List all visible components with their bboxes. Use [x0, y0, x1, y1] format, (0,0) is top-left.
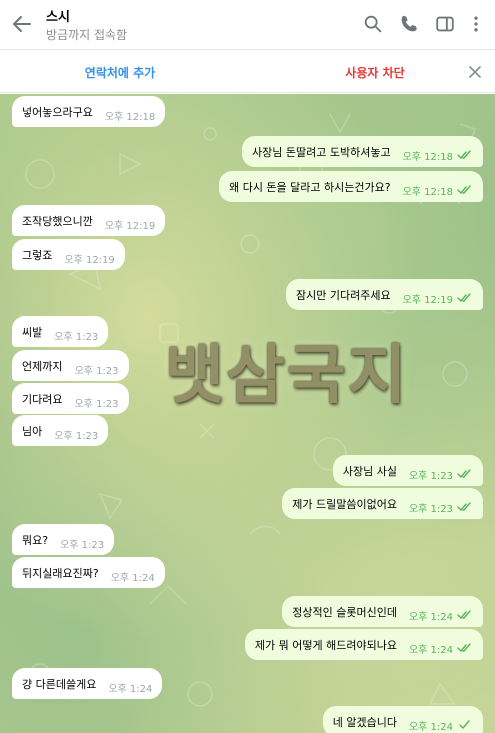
message-bubble-outgoing[interactable]: 왜 다시 돈을 달라고 하시는건가요? 오후 12:18 — [219, 171, 483, 202]
chat-header: 스시 방금까지 접속함 — [0, 0, 495, 50]
message-time: 오후 1:23 — [74, 365, 119, 377]
double-check-icon — [457, 469, 471, 479]
message-time: 오후 1:23 — [54, 331, 99, 343]
double-check-icon — [457, 150, 471, 160]
close-icon[interactable] — [467, 64, 483, 80]
block-user-button[interactable]: 사용자 차단 — [315, 64, 435, 81]
message-time: 오후 1:23 — [74, 398, 119, 410]
single-check-icon — [459, 720, 470, 730]
message-text: 정상적인 슬롯머신인데 — [292, 605, 397, 619]
double-check-icon — [457, 502, 471, 512]
message-time: 오후 1:23 — [408, 503, 453, 515]
back-arrow-icon[interactable] — [10, 12, 34, 36]
message-bubble-outgoing[interactable]: 정상적인 슬롯머신인데 오후 1:24 — [282, 596, 483, 627]
message-bubble-incoming[interactable]: 그렇죠 오후 12:19 — [12, 239, 125, 270]
message-text: 왜 다시 돈을 달라고 하시는건가요? — [229, 180, 391, 194]
message-list[interactable]: 뱃삼국지 넣어놓으라구요 오후 12:18 사장님 돈딸려고 도박하셔놓고 오후… — [0, 94, 495, 733]
message-text: 넣어놓으라구요 — [22, 105, 93, 119]
message-bubble-outgoing[interactable]: 잠시만 기다려주세요 오후 12:19 — [286, 279, 483, 310]
message-time: 오후 1:24 — [110, 572, 155, 584]
message-text: 네 알겠습니다 — [332, 715, 397, 729]
last-seen-status: 방금까지 접속함 — [46, 28, 128, 42]
message-time: 오후 12:18 — [104, 111, 156, 123]
message-text: 걍 다른데쓸게요 — [22, 677, 97, 691]
message-time: 오후 1:24 — [408, 611, 453, 623]
message-bubble-incoming[interactable]: 언제까지 오후 1:23 — [12, 350, 129, 381]
message-text: 기다려요 — [22, 392, 63, 406]
message-text: 제가 뭐 어떻게 해드려야되나요 — [254, 638, 397, 652]
message-bubble-outgoing[interactable]: 네 알겠습니다 오후 1:24 — [322, 706, 483, 733]
message-time: 오후 12:18 — [402, 186, 453, 198]
message-bubble-outgoing[interactable]: 사장님 돈딸려고 도박하셔놓고 오후 12:18 — [242, 136, 483, 167]
message-bubble-incoming[interactable]: 기다려요 오후 1:23 — [12, 383, 129, 414]
message-text: 뭐요? — [22, 533, 49, 547]
message-text: 사장님 사실 — [342, 464, 397, 478]
double-check-icon — [457, 643, 471, 653]
message-bubble-outgoing[interactable]: 제가 뭐 어떻게 해드려야되나요 오후 1:24 — [244, 629, 483, 660]
message-bubble-incoming[interactable]: 씨발 오후 1:23 — [12, 316, 109, 347]
message-bubble-incoming[interactable]: 뭐요? 오후 1:23 — [12, 524, 115, 555]
message-time: 오후 1:23 — [408, 470, 453, 482]
message-text: 그렇죠 — [22, 248, 53, 262]
message-text: 잠시만 기다려주세요 — [296, 288, 391, 302]
double-check-icon — [457, 610, 471, 620]
message-text: 언제까지 — [22, 359, 63, 373]
chat-title[interactable]: 스시 — [46, 6, 70, 25]
message-bubble-outgoing[interactable]: 제가 드릴말씀이없어요 오후 1:23 — [282, 488, 483, 519]
double-check-icon — [457, 185, 471, 195]
message-text: 님아 — [22, 424, 43, 438]
message-text: 조작당했으니깐 — [22, 214, 93, 228]
sidebar-panel-icon[interactable] — [434, 13, 456, 35]
watermark-logo: 뱃삼국지 — [165, 338, 409, 413]
message-time: 오후 12:19 — [64, 254, 115, 266]
message-bubble-incoming[interactable]: 걍 다른데쓸게요 오후 1:24 — [12, 668, 163, 699]
message-bubble-incoming[interactable]: 넣어놓으라구요 오후 12:18 — [12, 96, 166, 127]
message-bubble-incoming[interactable]: 조작당했으니깐 오후 12:19 — [12, 205, 166, 236]
phone-icon[interactable] — [398, 13, 420, 35]
message-time: 오후 12:19 — [402, 294, 453, 306]
message-time: 오후 12:19 — [104, 220, 156, 232]
double-check-icon — [457, 293, 471, 303]
message-bubble-incoming[interactable]: 님아 오후 1:23 — [12, 415, 109, 446]
message-text: 사장님 돈딸려고 도박하셔놓고 — [252, 145, 391, 159]
message-text: 씨발 — [22, 325, 43, 339]
message-bubble-outgoing[interactable]: 사장님 사실 오후 1:23 — [332, 455, 483, 486]
message-time: 오후 1:24 — [108, 683, 153, 695]
contact-action-bar: 연락처에 추가 사용자 차단 — [0, 51, 495, 93]
message-text: 제가 드릴말씀이없어요 — [292, 497, 397, 511]
message-time: 오후 1:24 — [408, 721, 453, 733]
message-text: 뒤지실래요진짜? — [22, 566, 99, 580]
message-bubble-incoming[interactable]: 뒤지실래요진짜? 오후 1:24 — [12, 557, 165, 588]
add-to-contacts-button[interactable]: 연락처에 추가 — [60, 64, 180, 81]
more-vertical-icon[interactable] — [466, 13, 486, 35]
search-icon[interactable] — [362, 13, 384, 35]
message-time: 오후 1:23 — [60, 539, 105, 551]
message-time: 오후 1:23 — [54, 430, 99, 442]
message-time: 오후 12:18 — [402, 151, 453, 163]
message-time: 오후 1:24 — [408, 644, 453, 656]
